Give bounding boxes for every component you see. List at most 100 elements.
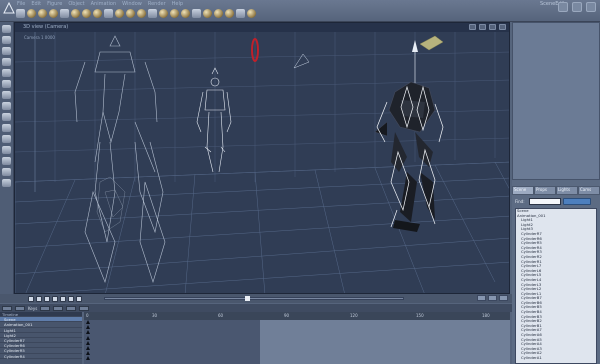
find-input[interactable] (529, 197, 561, 205)
play-button[interactable] (60, 295, 66, 302)
twist-icon[interactable] (2, 69, 11, 77)
scrubber-thumb[interactable] (245, 296, 250, 301)
list-item[interactable]: CylinderA1 (516, 355, 596, 361)
select-icon[interactable] (2, 25, 11, 33)
magnify-icon[interactable] (2, 179, 11, 187)
globe-tool-icon[interactable] (214, 9, 223, 18)
world-tool-icon[interactable] (203, 9, 212, 18)
tab-lights[interactable]: Lights (556, 186, 578, 195)
keyframe-marker[interactable] (86, 330, 90, 335)
cube-tool-icon[interactable] (27, 9, 36, 18)
frame-label: 150 (416, 313, 424, 318)
key-tool-3[interactable] (66, 305, 77, 311)
torus-tool-icon[interactable] (49, 9, 58, 18)
menu-render[interactable]: Render (148, 1, 166, 7)
bend-icon[interactable] (2, 102, 11, 110)
play-back-button[interactable] (44, 295, 50, 302)
texture-tool-icon[interactable] (137, 9, 146, 18)
keyframe-marker[interactable] (86, 351, 90, 356)
find-button[interactable] (563, 197, 591, 205)
key-tool-4[interactable] (79, 305, 90, 311)
tab-scene[interactable]: Scene (512, 186, 534, 195)
close-icon[interactable] (586, 2, 596, 12)
go-start-button[interactable] (28, 295, 34, 302)
scale-icon[interactable] (2, 58, 11, 66)
viewport-layout-icon[interactable] (469, 24, 476, 30)
minimize-icon[interactable] (558, 2, 568, 12)
keyframe-grid[interactable]: 0 30 60 90 120 150 180 (84, 312, 510, 364)
viewport-controls (469, 24, 506, 30)
loop-button[interactable] (477, 295, 486, 301)
move-tool-icon[interactable] (82, 9, 91, 18)
skeleton-figure-middle (196, 67, 232, 173)
find-row: Find: (515, 197, 599, 205)
key-tool-2[interactable] (53, 305, 64, 311)
grab-tool-icon[interactable] (225, 9, 234, 18)
key-add-button[interactable] (15, 305, 25, 311)
stop-button[interactable] (52, 295, 58, 302)
pan-icon[interactable] (2, 135, 11, 143)
window-controls (558, 2, 596, 12)
cone-tool-icon[interactable] (38, 9, 47, 18)
keyframe-marker[interactable] (86, 320, 90, 324)
menu-file[interactable]: File (17, 1, 25, 7)
key-label: Keys (28, 305, 38, 311)
go-end-button[interactable] (76, 295, 82, 302)
keyframe-marker[interactable] (86, 356, 90, 361)
timeline-track[interactable]: CylinderR4 (0, 354, 82, 359)
eye-icon[interactable] (2, 168, 11, 176)
hand-icon[interactable] (2, 157, 11, 165)
orbit-icon[interactable] (2, 146, 11, 154)
3d-viewport[interactable]: 3D view (Camera) Camera 1 0000 (14, 22, 510, 294)
camera-tool-icon[interactable] (71, 9, 80, 18)
step-forward-button[interactable] (68, 295, 74, 302)
move-icon[interactable] (2, 36, 11, 44)
menu-object[interactable]: Object (68, 1, 84, 7)
menu-help[interactable]: Help (172, 1, 183, 7)
help-tool-icon[interactable] (247, 9, 256, 18)
material-tool-icon[interactable] (126, 9, 135, 18)
rotate-icon[interactable] (2, 47, 11, 55)
tab-cams[interactable]: Cams (578, 186, 600, 195)
frame-ruler[interactable]: 0 30 60 90 120 150 180 (84, 312, 510, 320)
sky-tool-icon[interactable] (192, 9, 201, 18)
sphere-tool-icon[interactable] (16, 9, 25, 18)
pen-tool-icon[interactable] (181, 9, 190, 18)
timeline-scrubber[interactable] (104, 296, 404, 301)
menu-animation[interactable]: Animation (91, 1, 117, 7)
menu-window[interactable]: Window (122, 1, 142, 7)
viewport-camera-icon[interactable] (479, 24, 486, 30)
app-window: File Edit Figure Object Animation Window Rende… (0, 0, 600, 364)
light-tool-icon[interactable] (60, 9, 69, 18)
scale-tool-icon[interactable] (104, 9, 113, 18)
viewport-render-icon[interactable] (489, 24, 496, 30)
find-label: Find: (515, 198, 525, 204)
tab-props[interactable]: Props (534, 186, 556, 195)
render-tool-icon[interactable] (115, 9, 124, 18)
left-tool-strip (0, 22, 14, 294)
paint-tool-icon[interactable] (159, 9, 168, 18)
bone-tool-icon[interactable] (148, 9, 157, 18)
menu-edit[interactable]: Edit (31, 1, 41, 7)
floor-grid (15, 161, 509, 293)
grab-icon[interactable] (2, 113, 11, 121)
step-button[interactable] (488, 295, 497, 301)
keyframe-marker[interactable] (86, 325, 90, 330)
key-mode-dropdown[interactable] (2, 305, 12, 311)
brush-tool-icon[interactable] (170, 9, 179, 18)
pose-icon[interactable] (2, 91, 11, 99)
key-tool-1[interactable] (40, 305, 51, 311)
keyframe-marker[interactable] (86, 335, 90, 340)
rotate-tool-icon[interactable] (93, 9, 102, 18)
menu-list: File Edit Figure Object Animation Window Rende… (17, 1, 183, 7)
weld-tool-icon[interactable] (236, 9, 245, 18)
maximize-icon[interactable] (572, 2, 582, 12)
menu-figure[interactable]: Figure (47, 1, 62, 7)
settings-button[interactable] (499, 295, 508, 301)
keyframe-marker[interactable] (86, 345, 90, 350)
zoom-icon[interactable] (2, 124, 11, 132)
step-back-button[interactable] (36, 295, 42, 302)
keyframe-marker[interactable] (86, 340, 90, 345)
taper-icon[interactable] (2, 80, 11, 88)
viewport-maximize-icon[interactable] (499, 24, 506, 30)
